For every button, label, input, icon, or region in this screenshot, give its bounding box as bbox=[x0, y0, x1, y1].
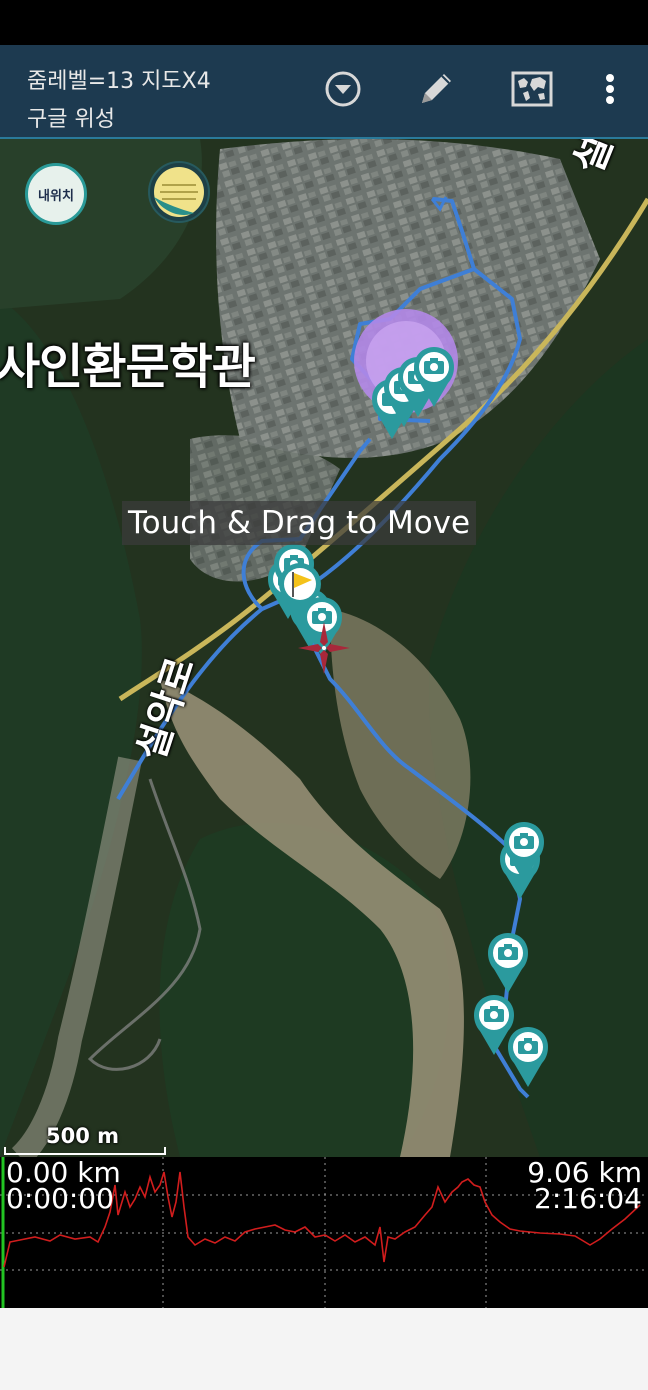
photo-marker[interactable] bbox=[474, 995, 514, 1055]
total-time: 2:16:04 bbox=[534, 1182, 642, 1215]
map-view-button[interactable] bbox=[510, 67, 554, 111]
pencil-icon bbox=[422, 74, 451, 103]
dropdown-circle-icon bbox=[325, 71, 361, 107]
place-label: 사인환문학관 bbox=[0, 339, 256, 395]
elevation-profile[interactable]: 0.00 km 0:00:00 9.06 km 2:16:04 bbox=[0, 1157, 648, 1308]
scale-label: 500 m bbox=[46, 1124, 120, 1148]
map-view[interactable]: 내위치 사인환문학관 설악로 설악로 Touch & Drag to Move … bbox=[0, 139, 648, 1157]
map-layer-icon bbox=[154, 167, 204, 217]
scale-bar bbox=[4, 1147, 166, 1155]
photo-marker[interactable] bbox=[488, 933, 528, 993]
map-icon bbox=[511, 71, 553, 107]
dropdown-button[interactable] bbox=[321, 67, 365, 111]
layer-toggle-button[interactable] bbox=[148, 161, 210, 223]
top-toolbar: 줌레벨=13 지도X4 구글 위성 bbox=[0, 45, 648, 139]
photo-markers bbox=[268, 347, 548, 1087]
more-options-button[interactable] bbox=[588, 67, 632, 111]
screen: 줌레벨=13 지도X4 구글 위성 내위치 사인환문학관 설악로 Touch &… bbox=[0, 0, 648, 1390]
my-location-button[interactable]: 내위치 bbox=[25, 163, 87, 225]
photo-marker[interactable] bbox=[508, 1027, 548, 1087]
more-vert-icon bbox=[606, 74, 614, 104]
bottom-panel bbox=[0, 1308, 648, 1390]
zoom-level-text: 줌레벨=13 지도X4 bbox=[27, 69, 211, 94]
start-time: 0:00:00 bbox=[6, 1182, 114, 1215]
drag-hint-toast: Touch & Drag to Move bbox=[122, 501, 477, 545]
edit-button[interactable] bbox=[414, 67, 458, 111]
map-source-text[interactable]: 구글 위성 bbox=[27, 101, 115, 133]
